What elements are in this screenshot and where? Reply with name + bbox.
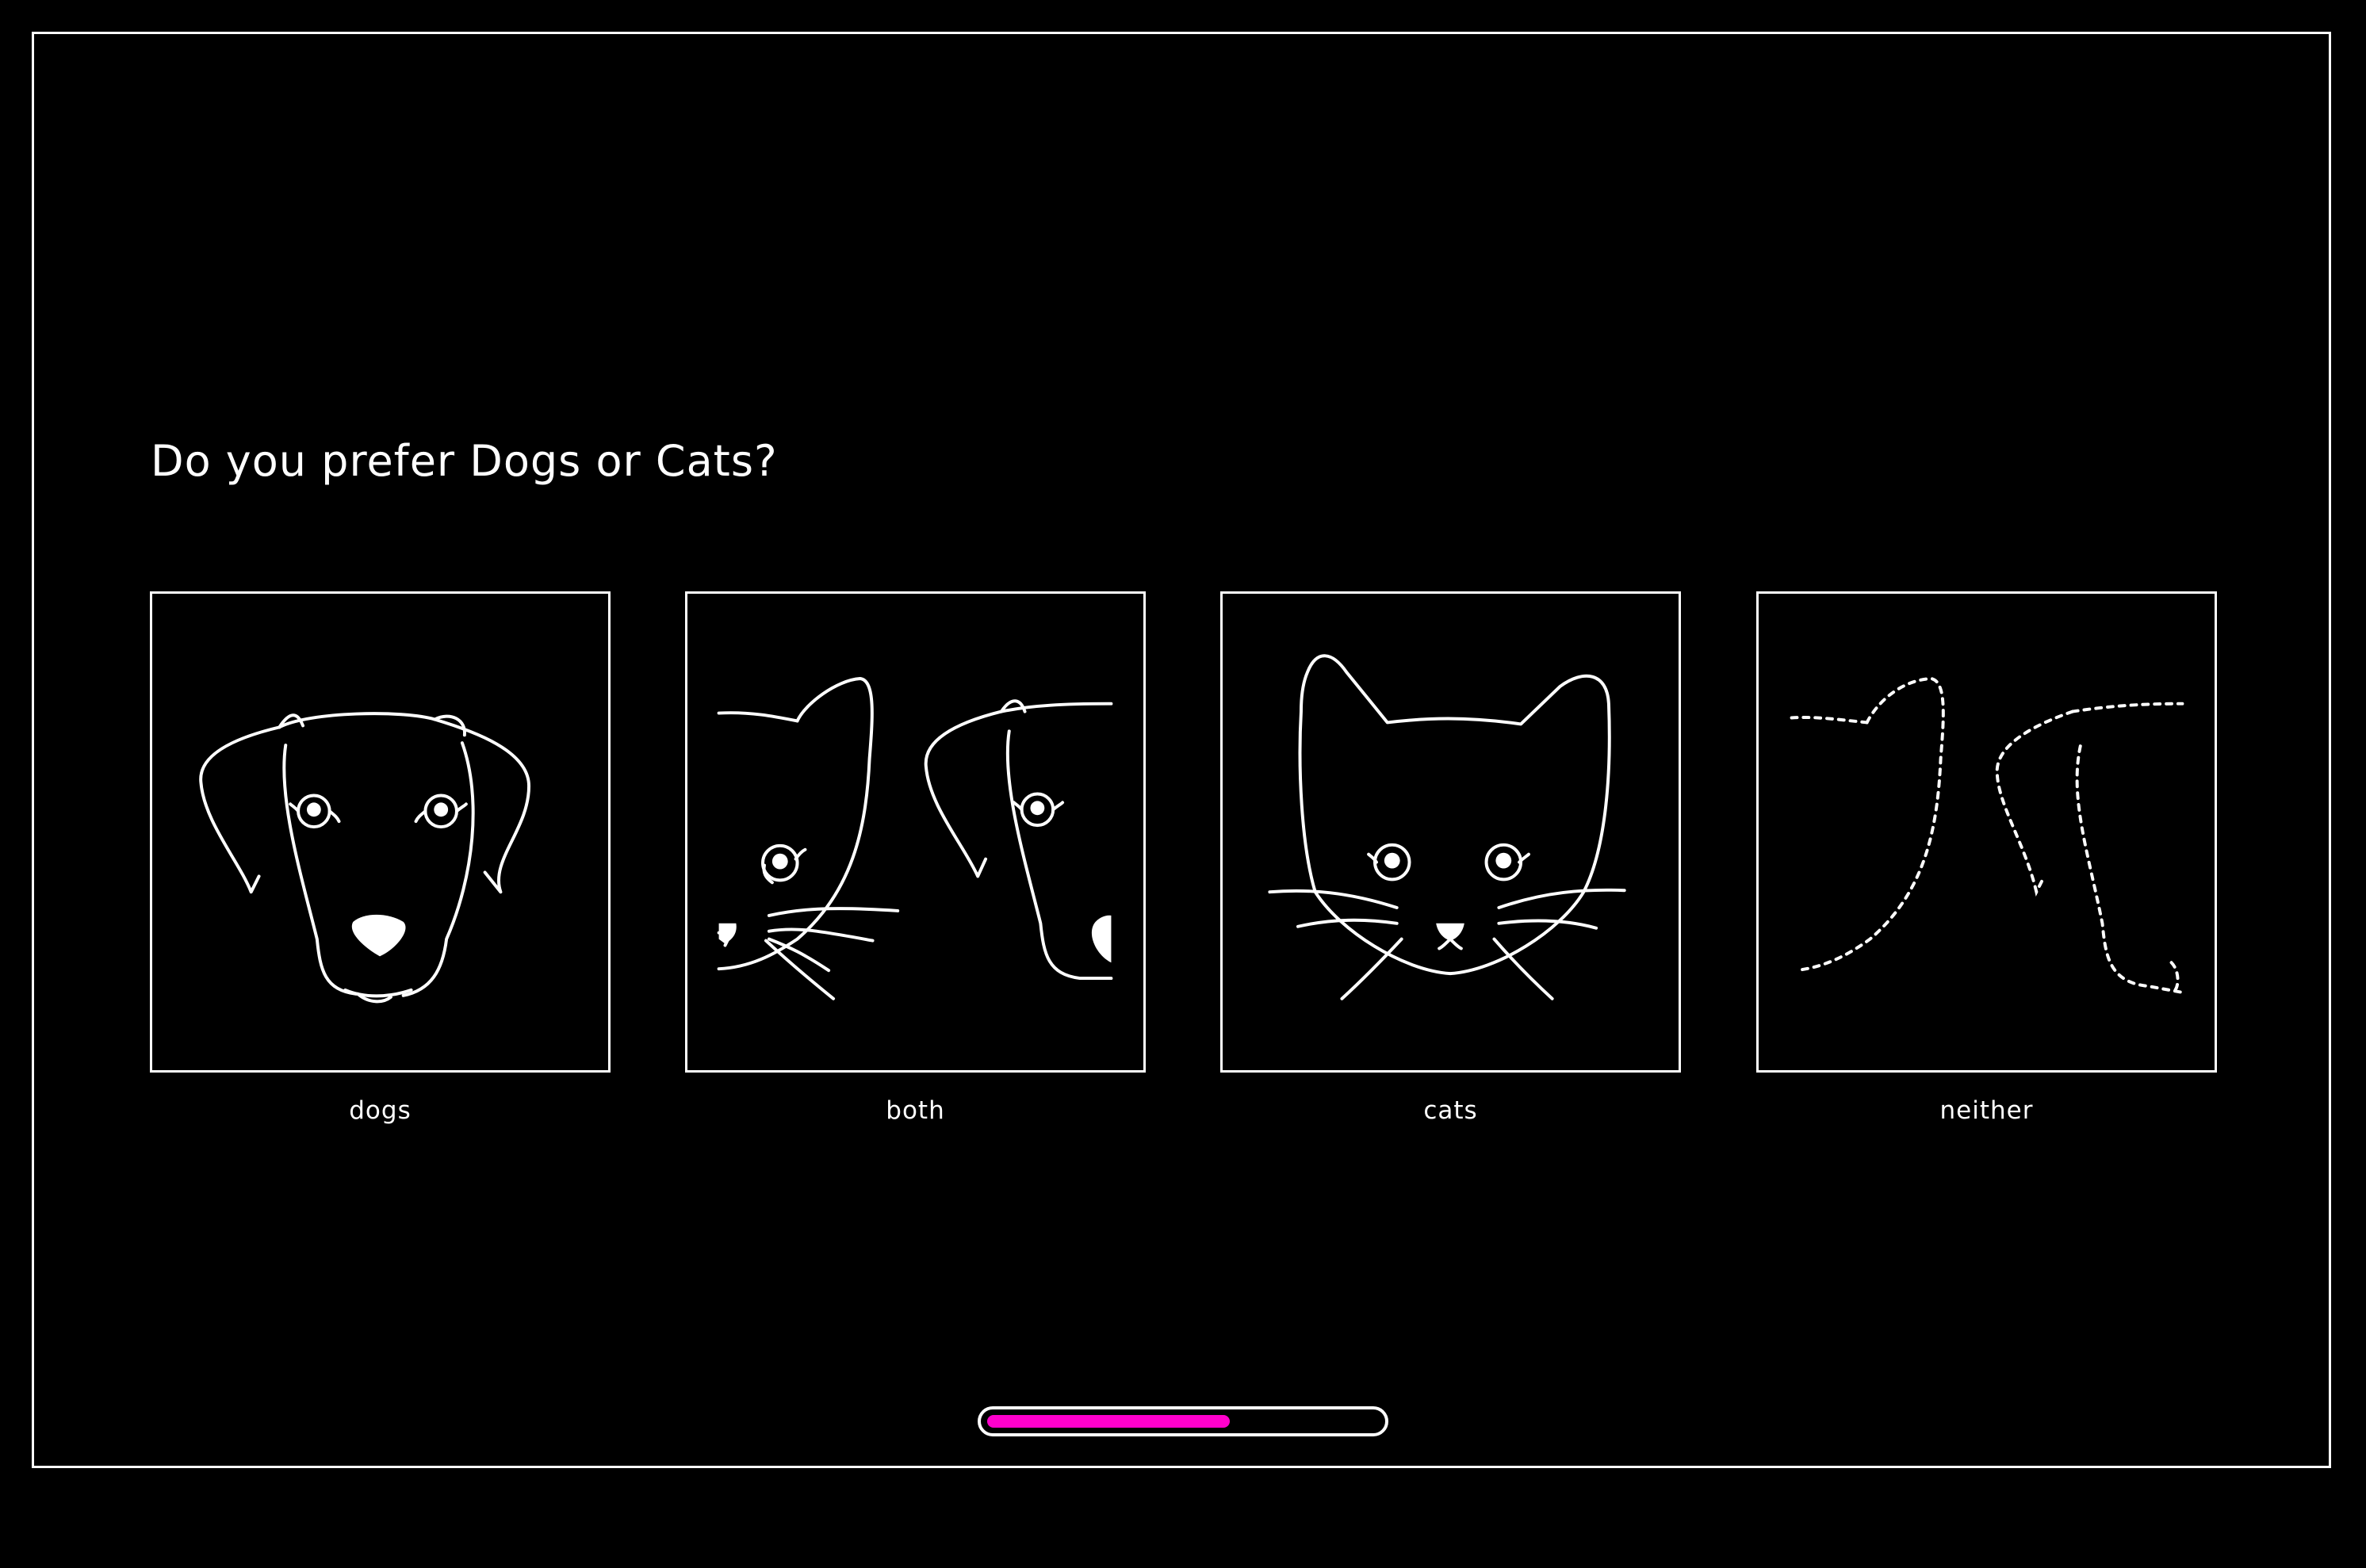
option-label-both: both [886, 1096, 945, 1125]
option-label-cats: cats [1423, 1096, 1478, 1125]
question-title: Do you prefer Dogs or Cats? [151, 436, 778, 486]
option-card-neither[interactable] [1756, 591, 2217, 1073]
option-card-both[interactable] [685, 591, 1146, 1073]
option-label-dogs: dogs [349, 1096, 412, 1125]
progress-bar [978, 1406, 1388, 1436]
dotted-outline-icon [1790, 677, 2184, 994]
option-label-neither: neither [1939, 1096, 2034, 1125]
option-card-cats[interactable] [1220, 591, 1681, 1073]
cat-face-icon [1268, 654, 1626, 1000]
progress-bar-fill [987, 1415, 1230, 1428]
option-card-dogs[interactable] [150, 591, 611, 1073]
option-neither[interactable]: neither [1756, 591, 2217, 1125]
answer-options: dogs both cats neither [150, 591, 2217, 1146]
option-both[interactable]: both [685, 591, 1146, 1125]
option-cats[interactable]: cats [1220, 591, 1681, 1125]
cat-and-dog-split-icon [717, 677, 1113, 1000]
option-dogs[interactable]: dogs [150, 591, 611, 1125]
dog-face-icon [199, 712, 531, 1004]
